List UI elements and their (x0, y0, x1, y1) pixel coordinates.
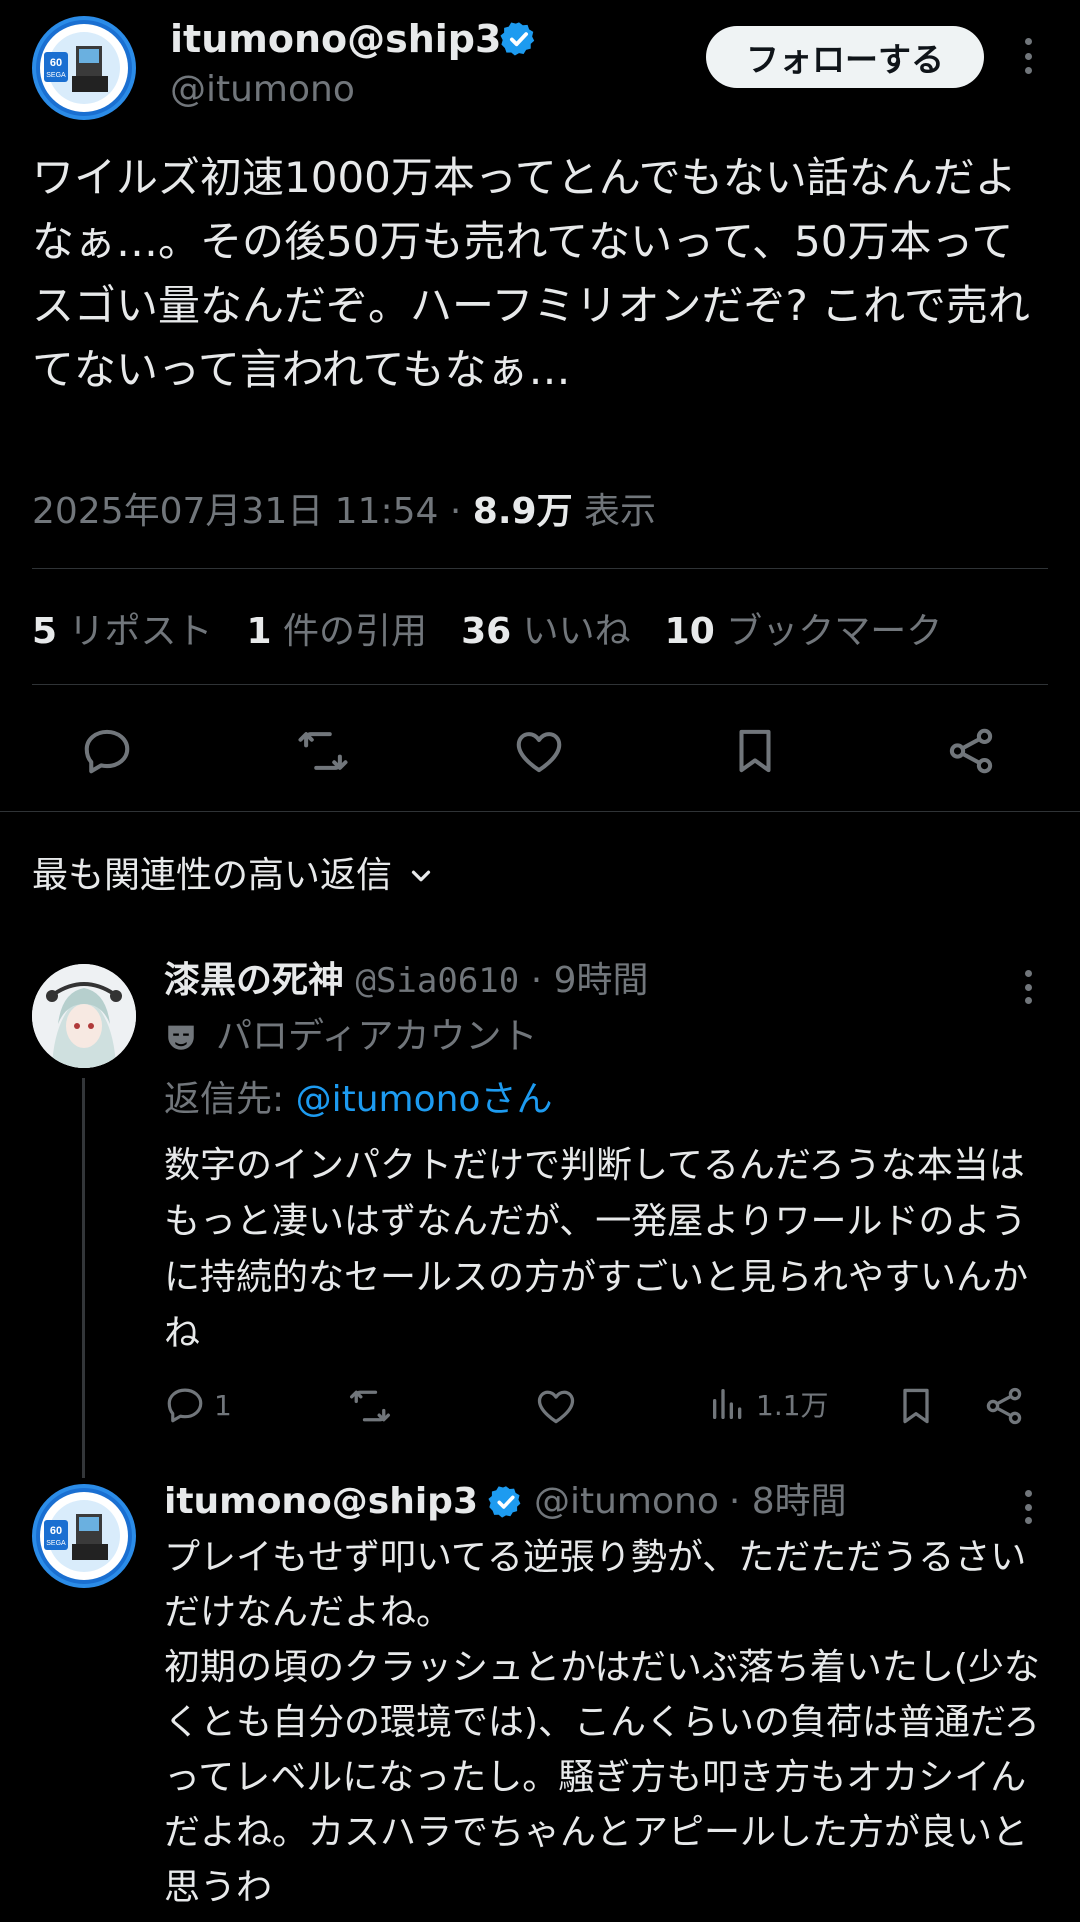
stats-row: 5 リポスト 1 件の引用 36 いいね 10 ブックマーク (32, 602, 942, 654)
reply-header: itumono@ship3 @itumono · 8時間 (164, 1476, 847, 1528)
reply-time[interactable]: · 9時間 (531, 960, 649, 1001)
replies-sort-dropdown[interactable]: 最も関連性の高い返信 (32, 850, 436, 902)
verified-badge-icon (488, 1486, 521, 1518)
reply-to-link[interactable]: @itumonoさん (296, 1079, 553, 1120)
tweet-text: ワイルズ初速1000万本ってとんでもない話なんだよなぁ…。その後50万も売れてな… (32, 153, 1030, 394)
views-count: 8.9万 (472, 491, 573, 532)
bookmark-icon[interactable] (728, 724, 782, 778)
reply-views: 1.1万 (756, 1389, 829, 1422)
meta-separator: · (449, 491, 462, 532)
reply-avatar[interactable] (32, 964, 136, 1068)
views-icon (713, 1389, 742, 1419)
reply-avatar[interactable]: 60 SEGA (32, 1484, 136, 1588)
reply-icon (167, 1388, 203, 1423)
reply-author-handle[interactable]: @Sia0610 (355, 961, 519, 1001)
parody-badge-label: パロディアカウント (216, 1016, 538, 1057)
like-icon (537, 1390, 575, 1424)
stat-bookmarks[interactable]: 10 ブックマーク (665, 602, 943, 654)
reply-like-button[interactable] (534, 1384, 578, 1428)
divider (32, 684, 1048, 685)
reply-bookmark-button[interactable] (894, 1384, 938, 1428)
stat-quotes[interactable]: 1 件の引用 (247, 602, 428, 654)
views-label: 表示 (584, 491, 657, 532)
reply-author-handle[interactable]: @itumono (534, 1476, 719, 1528)
thread-line (82, 1078, 85, 1478)
parody-badge: パロディアカウント (164, 1012, 537, 1062)
reply-to-prefix: 返信先: (164, 1079, 296, 1120)
chevron-down-icon (411, 870, 431, 882)
replies-sort-label: 最も関連性の高い返信 (32, 855, 393, 896)
repost-icon[interactable] (296, 724, 350, 778)
repost-icon (350, 1390, 390, 1422)
reply-comment-button[interactable]: 1 (164, 1384, 232, 1426)
divider (32, 568, 1048, 569)
stat-reposts[interactable]: 5 リポスト (32, 602, 213, 654)
tweet-timestamp[interactable]: 2025年07月31日 11:54 (32, 491, 438, 532)
follow-button[interactable]: フォローする (706, 26, 984, 88)
svg-text:60: 60 (50, 57, 62, 69)
reply-text-paragraph: プレイもせず叩いてる逆張り勢が、ただただうるさいだけなんだよね。 (164, 1537, 1027, 1633)
reply-author-name[interactable]: itumono@ship3 (164, 1476, 478, 1528)
bookmark-icon (903, 1388, 929, 1424)
reply-text-paragraph: 初期の頃のクラッシュとかはだいぶ落ち着いたし(少なくとも自分の環境では)、こんく… (164, 1647, 1040, 1908)
share-icon (986, 1387, 1022, 1425)
reply-time[interactable]: · 8時間 (729, 1476, 847, 1528)
reply-views-button[interactable]: 1.1万 (708, 1384, 829, 1424)
theater-mask-icon (168, 1025, 194, 1050)
reply-icon[interactable] (80, 724, 134, 778)
reply-more-options-icon[interactable] (1022, 970, 1034, 1004)
svg-text:60: 60 (50, 1525, 62, 1537)
stat-likes[interactable]: 36 いいね (461, 602, 631, 654)
reply-author-name[interactable]: 漆黒の死神 (164, 960, 344, 1001)
share-icon[interactable] (944, 724, 998, 778)
author-handle[interactable]: @itumono (170, 66, 355, 114)
reply-header: 漆黒の死神 @Sia0610 · 9時間 (164, 956, 648, 1006)
verified-badge-icon (500, 20, 538, 58)
reply-text: 数字のインパクトだけで判断してるんだろうな本当はもっと凄いはずなんだが、一発屋よ… (164, 1145, 1029, 1354)
reply-action-bar: 1 1.1万 (164, 1380, 1036, 1430)
author-name[interactable]: itumono@ship3 (170, 14, 501, 64)
divider (0, 811, 1080, 812)
reply-count: 1 (214, 1388, 232, 1422)
tweet-meta: 2025年07月31日 11:54 · 8.9万 表示 (32, 484, 656, 540)
svg-text:SEGA: SEGA (46, 1540, 66, 1547)
reply-to-line: 返信先: @itumonoさん (164, 1074, 552, 1126)
svg-text:SEGA: SEGA (46, 72, 66, 79)
reply-more-options-icon[interactable] (1022, 1490, 1034, 1524)
like-icon[interactable] (512, 724, 566, 778)
author-avatar[interactable]: 60 SEGA (32, 16, 136, 120)
reply-text: プレイもせず叩いてる逆張り勢が、ただただうるさいだけなんだよね。 初期の頃のクラ… (164, 1530, 1044, 1915)
reply-repost-button[interactable] (348, 1384, 392, 1428)
reply-share-button[interactable] (982, 1384, 1026, 1428)
more-options-icon[interactable] (1022, 38, 1034, 74)
